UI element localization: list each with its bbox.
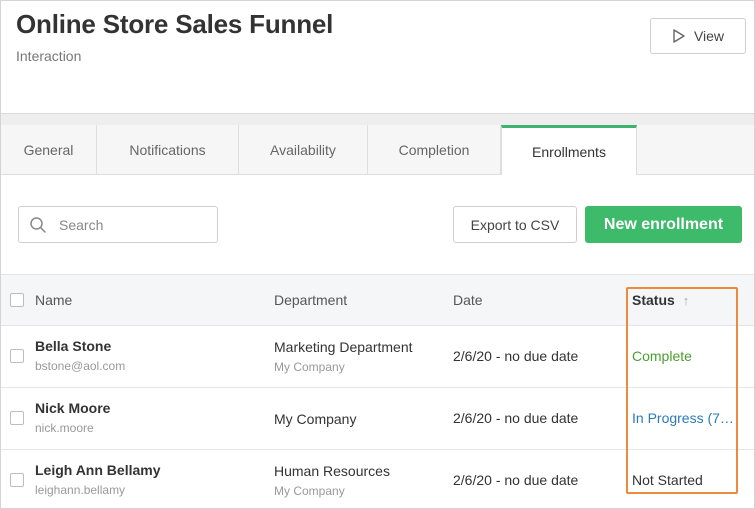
enrollee-username: leighann.bellamy bbox=[35, 483, 126, 497]
page-subtitle: Interaction bbox=[16, 48, 82, 64]
tab-bar: General Notifications Availability Compl… bbox=[1, 125, 754, 175]
row-checkbox[interactable] bbox=[10, 349, 24, 363]
department-name: My Company bbox=[274, 411, 357, 427]
play-icon bbox=[673, 29, 685, 43]
view-button[interactable]: View bbox=[650, 18, 746, 54]
column-header-status[interactable]: Status ↑ bbox=[632, 292, 689, 308]
enrollment-date: 2/6/20 - no due date bbox=[453, 410, 579, 426]
column-header-name[interactable]: Name bbox=[35, 292, 72, 308]
status-badge: In Progress (7… bbox=[632, 410, 734, 426]
column-header-department[interactable]: Department bbox=[274, 292, 347, 308]
enrollee-username: bstone@aol.com bbox=[35, 359, 126, 373]
department-company: My Company bbox=[274, 360, 345, 374]
table-header: Name Department Date Status ↑ bbox=[1, 274, 754, 326]
department-name: Human Resources bbox=[274, 463, 390, 479]
tab-notifications[interactable]: Notifications bbox=[97, 125, 239, 174]
view-button-label: View bbox=[693, 28, 725, 44]
tab-availability[interactable]: Availability bbox=[239, 125, 368, 174]
tab-enrollments[interactable]: Enrollments bbox=[501, 125, 637, 175]
export-csv-button[interactable]: Export to CSV bbox=[453, 206, 577, 243]
department-company: My Company bbox=[274, 484, 345, 498]
tab-general[interactable]: General bbox=[1, 125, 97, 174]
page-header: Online Store Sales Funnel Interaction Vi… bbox=[1, 1, 754, 113]
row-checkbox[interactable] bbox=[10, 411, 24, 425]
enrollee-name[interactable]: Leigh Ann Bellamy bbox=[35, 462, 161, 478]
search-box[interactable] bbox=[18, 206, 218, 243]
app-window: Online Store Sales Funnel Interaction Vi… bbox=[0, 0, 755, 509]
table-row[interactable]: Leigh Ann Bellamy leighann.bellamy Human… bbox=[1, 450, 754, 508]
header-divider bbox=[1, 113, 754, 125]
search-input[interactable] bbox=[57, 215, 201, 234]
search-icon bbox=[30, 216, 46, 233]
row-checkbox[interactable] bbox=[10, 473, 24, 487]
table-row[interactable]: Bella Stone bstone@aol.com Marketing Dep… bbox=[1, 326, 754, 388]
enrollment-date: 2/6/20 - no due date bbox=[453, 348, 579, 364]
department-name: Marketing Department bbox=[274, 339, 413, 355]
enrollment-date: 2/6/20 - no due date bbox=[453, 472, 579, 488]
status-badge: Not Started bbox=[632, 472, 703, 488]
enrollee-name[interactable]: Nick Moore bbox=[35, 400, 110, 416]
enrollee-name[interactable]: Bella Stone bbox=[35, 338, 111, 354]
table-row[interactable]: Nick Moore nick.moore My Company 2/6/20 … bbox=[1, 388, 754, 450]
new-enrollment-button[interactable]: New enrollment bbox=[585, 206, 742, 243]
page-title: Online Store Sales Funnel bbox=[16, 9, 334, 39]
tab-completion[interactable]: Completion bbox=[368, 125, 501, 174]
column-header-date[interactable]: Date bbox=[453, 292, 483, 308]
status-badge: Complete bbox=[632, 348, 692, 364]
enrollee-username: nick.moore bbox=[35, 421, 94, 435]
sort-ascending-icon: ↑ bbox=[682, 293, 690, 308]
select-all-checkbox[interactable] bbox=[10, 293, 24, 307]
